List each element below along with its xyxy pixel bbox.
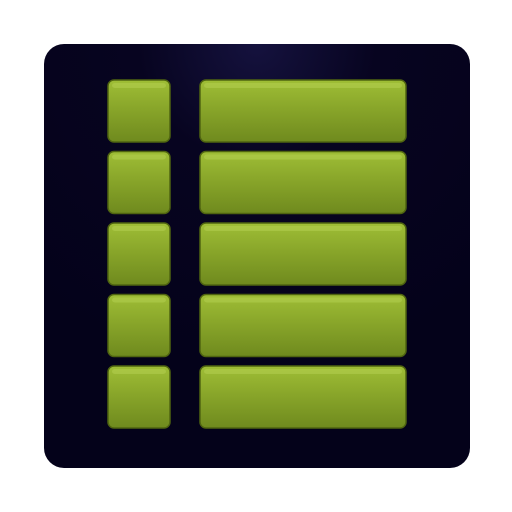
canvas [0,0,512,512]
icon-row-1-content-cell [199,79,407,143]
list-view-icon [44,44,470,468]
icon-row-3-marker-cell [107,222,171,286]
icon-row-1-content-cell-highlight [204,83,402,88]
icon-row-2-marker-cell [107,150,171,215]
icon-row-5-content-cell [199,365,407,429]
icon-row-3-content-cell [199,222,407,286]
icon-row-1-content-cell-fill [199,79,407,143]
icon-row-4-marker-cell-fill [107,293,171,358]
icon-row-5-marker-cell [107,365,171,429]
icon-row-5-content-cell-fill [199,365,407,429]
icon-row-5-marker-cell-highlight [112,369,166,374]
icon-row-3-marker-cell-highlight [112,226,166,231]
icon-row-5-content-cell-highlight [204,369,402,374]
icon-row-1-marker-cell-highlight [112,83,166,88]
icon-cells [107,79,407,429]
icon-row-2-content-cell-fill [199,150,407,215]
icon-row-2-content-cell-highlight [204,154,402,160]
icon-row-2-marker-cell-fill [107,150,171,215]
icon-row-4-marker-cell-highlight [112,297,166,303]
icon-row-5-marker-cell-fill [107,365,171,429]
icon-row-4-content-cell-highlight [204,297,402,303]
icon-row-3-content-cell-fill [199,222,407,286]
icon-row-3-marker-cell-fill [107,222,171,286]
icon-row-3-content-cell-highlight [204,226,402,231]
icon-row-2-marker-cell-highlight [112,154,166,160]
list-view-icon-graphic [44,44,470,468]
icon-row-4-content-cell-fill [199,293,407,358]
icon-row-1-marker-cell-fill [107,79,171,143]
icon-row-2-content-cell [199,150,407,215]
icon-row-1-marker-cell [107,79,171,143]
icon-row-4-content-cell [199,293,407,358]
icon-row-4-marker-cell [107,293,171,358]
